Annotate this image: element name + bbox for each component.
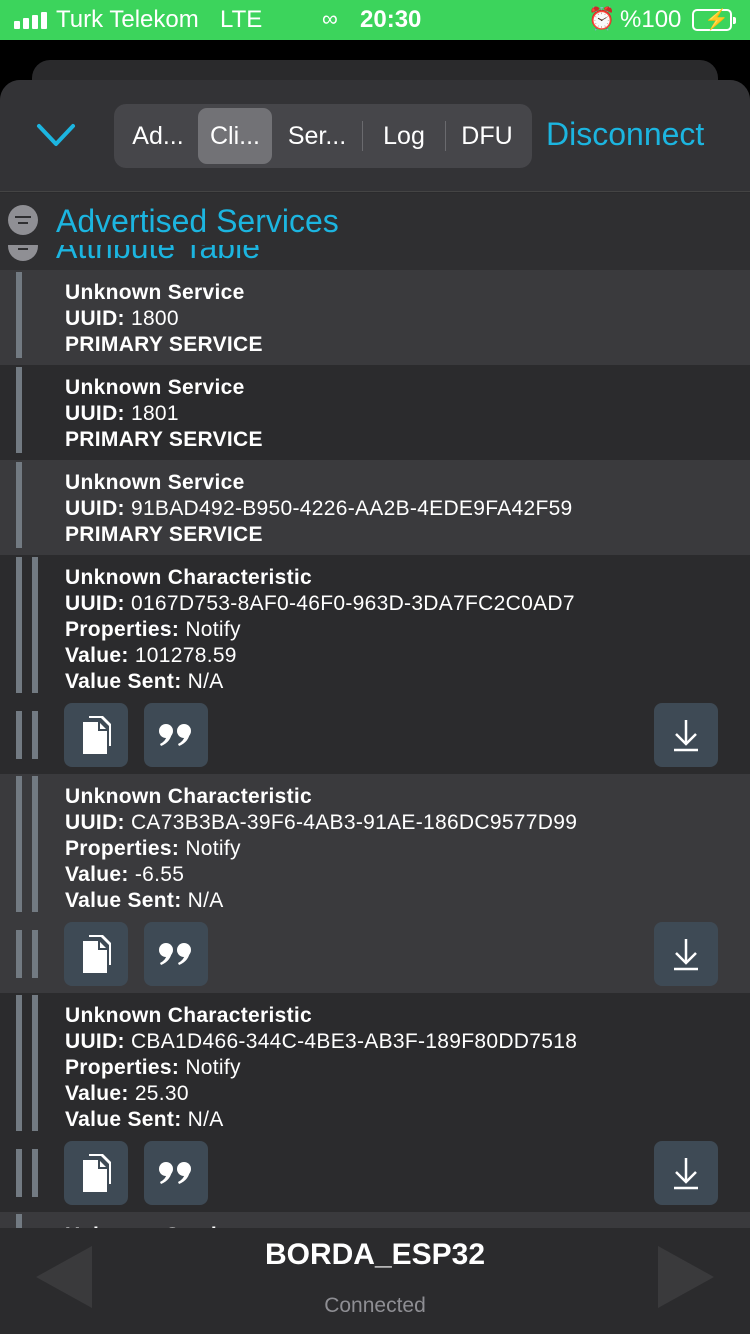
indent-bar bbox=[32, 557, 38, 693]
quote-button[interactable] bbox=[144, 703, 208, 767]
device-name: BORDA_ESP32 bbox=[264, 1238, 486, 1271]
service-name: Unknown Service bbox=[65, 471, 245, 494]
service-row[interactable]: Unknown Service UUID: 1800 PRIMARY SERVI… bbox=[0, 270, 750, 365]
signal-icon bbox=[14, 12, 47, 29]
service-name: Unknown Service bbox=[65, 281, 245, 304]
service-row[interactable]: Unknown Service UUID: 1801 PRIMARY SERVI… bbox=[0, 365, 750, 460]
characteristic-row[interactable]: Unknown Characteristic UUID: CBA1D466-34… bbox=[0, 993, 750, 1212]
copy-button[interactable] bbox=[64, 703, 128, 767]
characteristic-properties: Notify bbox=[185, 1056, 241, 1079]
indent-bar bbox=[32, 995, 38, 1131]
tab-selector: Ad... Cli... Ser... Log DFU bbox=[114, 104, 532, 168]
service-type: PRIMARY SERVICE bbox=[65, 523, 263, 546]
copy-icon bbox=[83, 935, 111, 973]
copy-button[interactable] bbox=[64, 922, 128, 986]
download-icon bbox=[674, 1158, 698, 1190]
indent-bar bbox=[16, 776, 22, 912]
link-icon: ∞ bbox=[322, 6, 338, 31]
attribute-list: Unknown Service UUID: 1800 PRIMARY SERVI… bbox=[0, 270, 750, 1242]
alarm-icon: ⏰ bbox=[588, 6, 616, 31]
service-name: Unknown Service bbox=[65, 376, 245, 399]
characteristic-value: 101278.59 bbox=[134, 644, 237, 667]
quote-button[interactable] bbox=[144, 1141, 208, 1205]
service-info: Unknown Service UUID: 91BAD492-B950-4226… bbox=[65, 471, 573, 546]
characteristic-uuid: CA73B3BA-39F6-4AB3-91AE-186DC9577D99 bbox=[130, 811, 578, 834]
filter-icon bbox=[8, 205, 38, 235]
copy-icon bbox=[83, 716, 111, 754]
characteristic-value: -6.55 bbox=[134, 863, 185, 886]
characteristic-name: Unknown Characteristic bbox=[65, 785, 312, 808]
characteristic-name: Unknown Characteristic bbox=[65, 566, 312, 589]
clock-time: 20:30 bbox=[360, 6, 422, 33]
characteristic-row[interactable]: Unknown Characteristic UUID: 0167D753-8A… bbox=[0, 555, 750, 774]
characteristic-name: Unknown Characteristic bbox=[65, 1004, 312, 1027]
section-header: Attribute Table Advertised Services bbox=[0, 193, 750, 271]
download-icon bbox=[674, 939, 698, 971]
network-type: LTE bbox=[220, 6, 263, 33]
tab-dfu[interactable]: DFU bbox=[446, 108, 528, 164]
characteristic-uuid: CBA1D466-344C-4BE3-AB3F-189F80DD7518 bbox=[130, 1030, 578, 1053]
disconnect-button[interactable]: Disconnect bbox=[546, 116, 704, 153]
read-button[interactable] bbox=[654, 922, 718, 986]
client-sheet: Ad... Cli... Ser... Log DFU Disconnect A… bbox=[0, 80, 750, 1334]
next-arrow-icon[interactable] bbox=[656, 1244, 716, 1310]
indent-bar bbox=[16, 272, 22, 358]
service-info: Unknown Service UUID: 1801 PRIMARY SERVI… bbox=[65, 376, 263, 451]
characteristic-properties: Notify bbox=[185, 618, 241, 641]
status-bar: Turk Telekom LTE ∞ 20:30 ⏰ %100 ⚡ bbox=[0, 0, 750, 40]
characteristic-info: Unknown Characteristic UUID: 0167D753-8A… bbox=[65, 566, 575, 693]
service-info: Unknown Service UUID: 1800 PRIMARY SERVI… bbox=[65, 281, 263, 356]
indent-bar bbox=[32, 776, 38, 912]
copy-button[interactable] bbox=[64, 1141, 128, 1205]
carrier-name: Turk Telekom bbox=[56, 6, 199, 33]
quote-icon bbox=[159, 943, 191, 965]
indent-bar bbox=[16, 995, 22, 1131]
connection-status: Connected bbox=[324, 1294, 426, 1317]
characteristic-row[interactable]: Unknown Characteristic UUID: CA73B3BA-39… bbox=[0, 774, 750, 993]
service-uuid: 1801 bbox=[130, 402, 179, 425]
characteristic-info: Unknown Characteristic UUID: CBA1D466-34… bbox=[65, 1004, 578, 1131]
read-button[interactable] bbox=[654, 703, 718, 767]
service-type: PRIMARY SERVICE bbox=[65, 333, 263, 356]
characteristic-actions bbox=[0, 703, 750, 767]
battery-percent: %100 bbox=[620, 6, 682, 33]
characteristic-value-sent: N/A bbox=[187, 670, 224, 693]
tab-log[interactable]: Log bbox=[363, 108, 445, 164]
characteristic-actions bbox=[0, 922, 750, 986]
read-button[interactable] bbox=[654, 1141, 718, 1205]
advertised-services-title[interactable]: Advertised Services bbox=[56, 203, 339, 240]
characteristic-actions bbox=[0, 1141, 750, 1205]
characteristic-uuid: 0167D753-8AF0-46F0-963D-3DA7FC2C0AD7 bbox=[130, 592, 575, 615]
download-icon bbox=[674, 720, 698, 752]
toolbar: Ad... Cli... Ser... Log DFU Disconnect bbox=[0, 80, 750, 192]
characteristic-properties: Notify bbox=[185, 837, 241, 860]
service-uuid: 1800 bbox=[130, 307, 179, 330]
service-row[interactable]: Unknown Service UUID: 91BAD492-B950-4226… bbox=[0, 460, 750, 555]
battery-icon: ⚡ bbox=[692, 9, 736, 31]
characteristic-value-sent: N/A bbox=[187, 889, 224, 912]
quote-icon bbox=[159, 724, 191, 746]
quote-button[interactable] bbox=[144, 922, 208, 986]
indent-bar bbox=[16, 462, 22, 548]
service-type: PRIMARY SERVICE bbox=[65, 428, 263, 451]
copy-icon bbox=[83, 1154, 111, 1192]
device-footer: BORDA_ESP32 Connected bbox=[0, 1228, 750, 1334]
characteristic-value: 25.30 bbox=[134, 1082, 189, 1105]
characteristic-value-sent: N/A bbox=[187, 1108, 224, 1131]
quote-icon bbox=[159, 1162, 191, 1184]
tab-server[interactable]: Ser... bbox=[272, 108, 362, 164]
characteristic-info: Unknown Characteristic UUID: CA73B3BA-39… bbox=[65, 785, 578, 912]
tab-advertisement[interactable]: Ad... bbox=[118, 108, 198, 164]
indent-bar bbox=[16, 557, 22, 693]
chevron-down-icon[interactable] bbox=[36, 120, 76, 150]
indent-bar bbox=[16, 367, 22, 453]
service-uuid: 91BAD492-B950-4226-AA2B-4EDE9FA42F59 bbox=[130, 497, 573, 520]
tab-client[interactable]: Cli... bbox=[198, 108, 272, 164]
